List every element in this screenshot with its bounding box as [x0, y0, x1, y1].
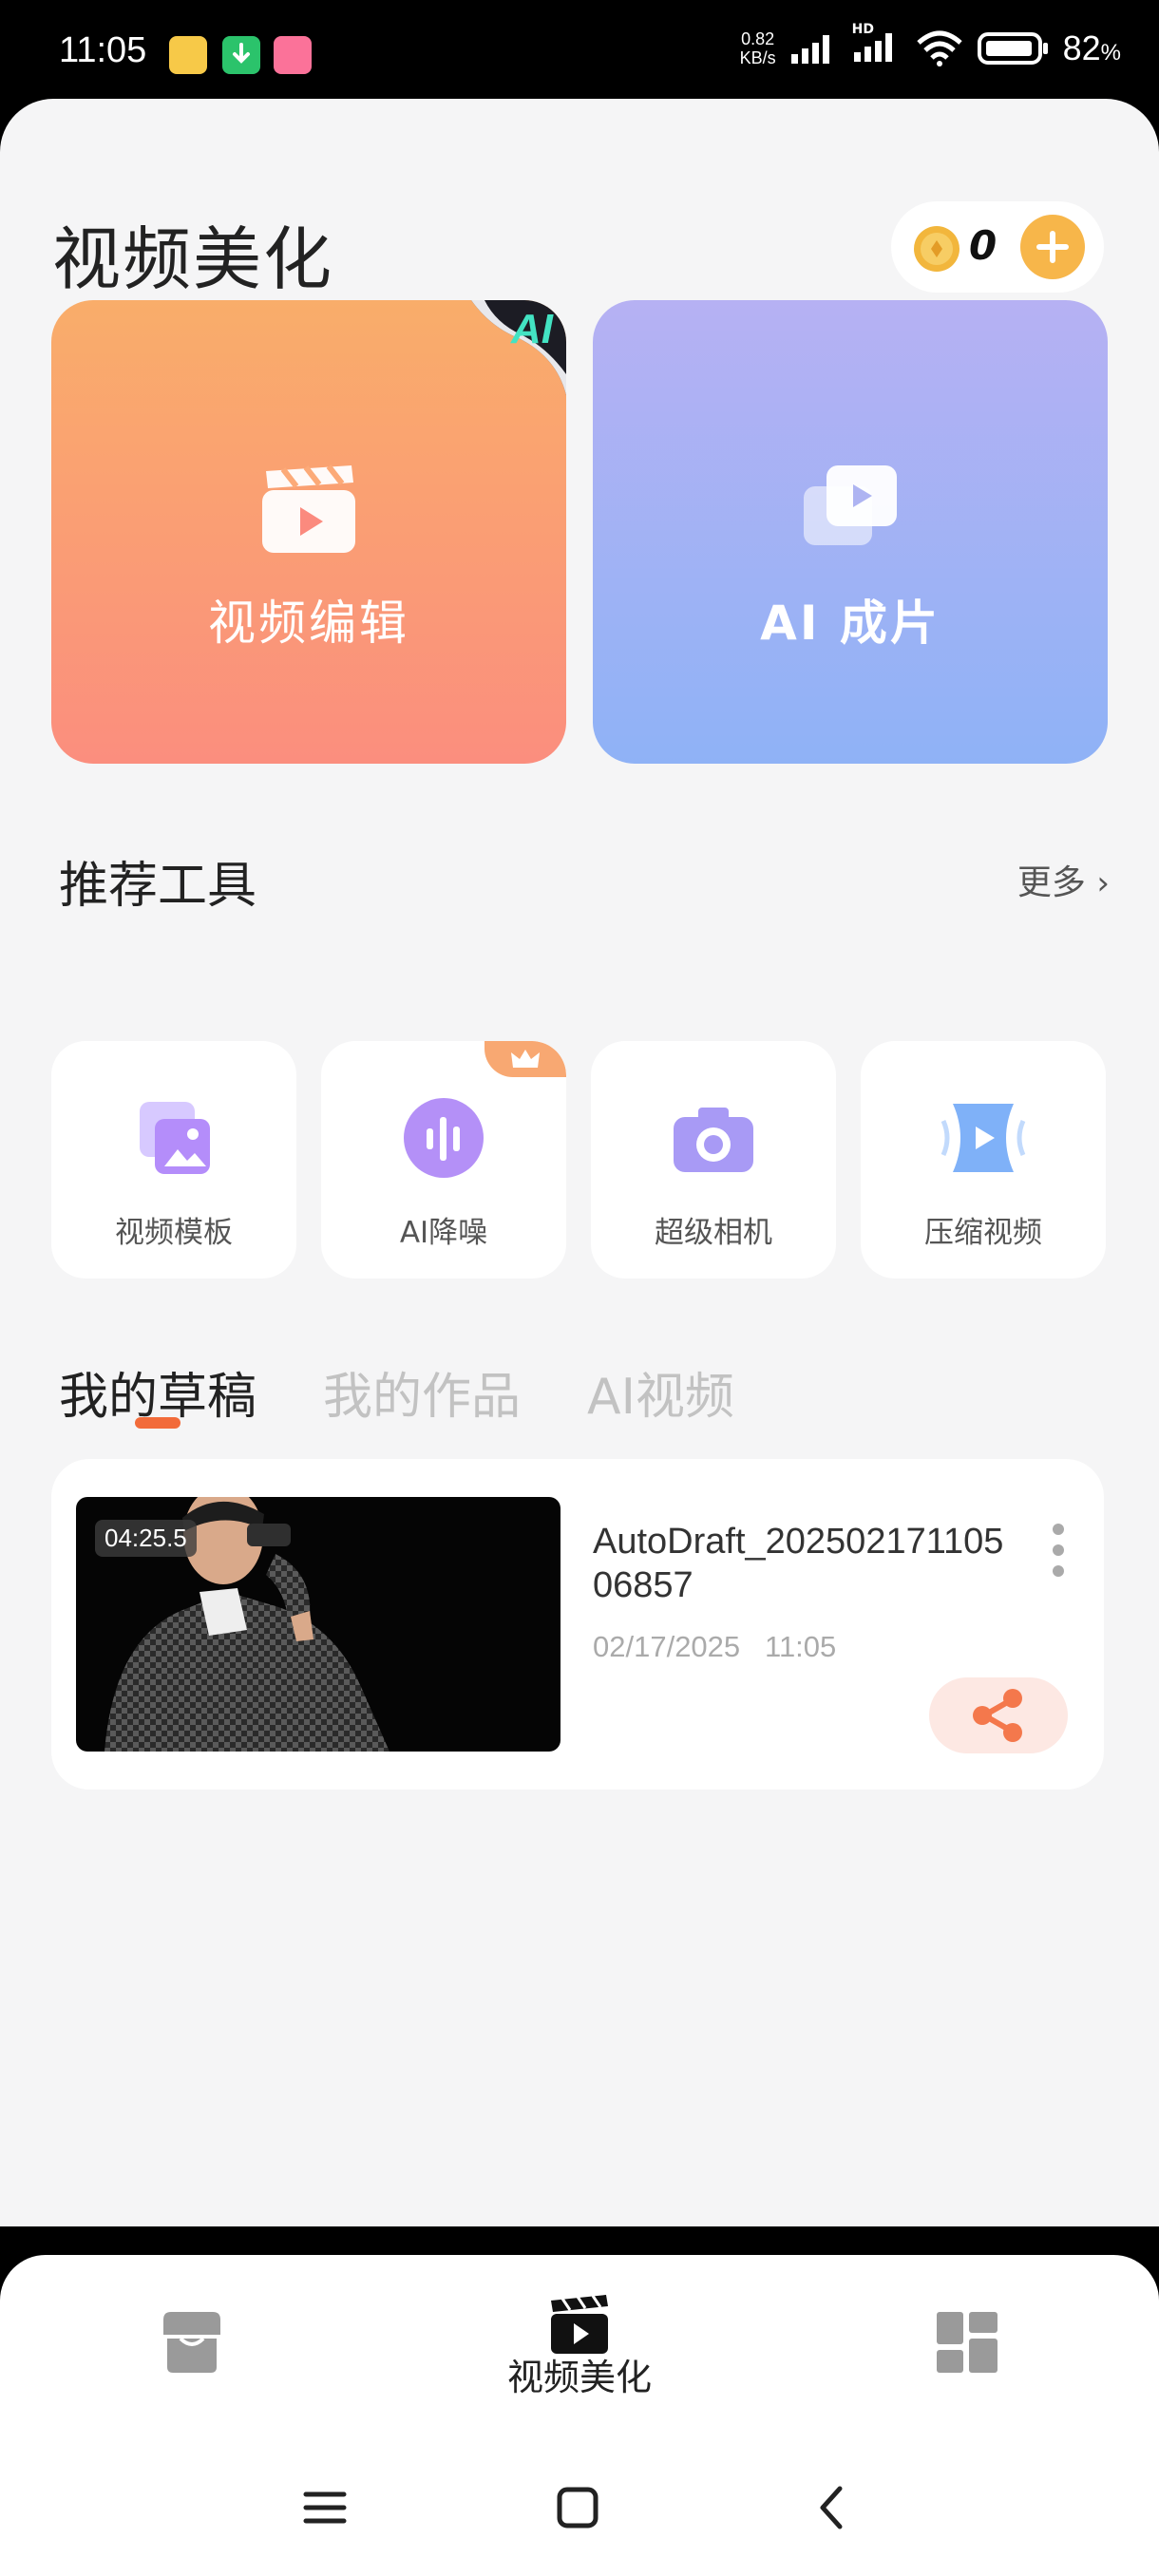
tool-ai-denoise[interactable]: AI降噪	[321, 1041, 566, 1279]
vip-crown-badge	[484, 1041, 566, 1077]
chevron-right-icon: ›	[1096, 864, 1110, 902]
status-bar: 11:05 0.82 KB/s HD 82%	[0, 0, 1159, 104]
tool-super-camera[interactable]: 超级相机	[591, 1041, 836, 1279]
tv-notification-icon	[274, 36, 312, 74]
battery-level: 82%	[1062, 28, 1121, 67]
active-tab-indicator	[135, 1417, 180, 1429]
battery-icon	[977, 32, 1048, 65]
tool-label: AI降噪	[399, 1216, 488, 1250]
tool-compress-video[interactable]: 压缩视频	[861, 1041, 1106, 1279]
draft-item[interactable]: 04:25.5 AutoDraft_20250217110506857 02/1…	[51, 1459, 1104, 1790]
compress-icon	[940, 1104, 1026, 1172]
tab-ai-video[interactable]: AI视频	[587, 1356, 734, 1428]
tool-label: 视频模板	[115, 1216, 233, 1250]
video-duration: 04:25.5	[95, 1520, 197, 1557]
crown-icon	[511, 1050, 540, 1068]
more-tools-link[interactable]: 更多 ›	[1017, 855, 1110, 904]
stacked-video-icon	[804, 465, 897, 545]
share-button[interactable]	[929, 1677, 1068, 1753]
coin-icon	[914, 226, 960, 272]
add-coins-button[interactable]	[1020, 215, 1085, 279]
ai-badge-text: AI	[511, 306, 553, 352]
coin-count: 0	[969, 222, 998, 269]
net-speed: 0.82 KB/s	[739, 29, 776, 67]
coin-balance[interactable]: 0	[891, 201, 1104, 293]
template-icon	[140, 1102, 210, 1174]
share-icon	[973, 1689, 1022, 1742]
back-icon[interactable]	[809, 2485, 855, 2530]
signal-icon	[790, 35, 829, 64]
nav-active-label: 视频美化	[506, 2357, 652, 2398]
tool-label: 超级相机	[655, 1216, 772, 1250]
tab-my-works[interactable]: 我的作品	[323, 1356, 521, 1428]
draft-timestamp: 02/17/2025 11:05	[593, 1630, 837, 1663]
recommended-tools-title: 推荐工具	[59, 858, 257, 915]
wifi-icon	[916, 30, 962, 66]
download-notification-icon	[222, 36, 260, 74]
page-title: 视频美化	[52, 219, 334, 299]
ai-film-label: AI 成片	[760, 596, 940, 651]
tool-video-template[interactable]: 视频模板	[51, 1041, 296, 1279]
clapperboard-icon	[262, 464, 355, 553]
home-icon[interactable]	[555, 2485, 600, 2530]
draft-name: AutoDraft_20250217110506857	[593, 1522, 1004, 1605]
plus-icon	[1036, 231, 1069, 263]
tool-label: 压缩视频	[924, 1216, 1042, 1250]
more-options-icon[interactable]	[1049, 1522, 1068, 1579]
ai-film-card[interactable]: AI 成片	[593, 300, 1108, 764]
menu-icon[interactable]	[302, 2485, 348, 2530]
status-indicators: 0.82 KB/s HD 82%	[739, 22, 1121, 68]
video-edit-card[interactable]: AI 视频编辑	[51, 300, 566, 764]
video-edit-label: 视频编辑	[208, 596, 409, 651]
waveform-icon	[404, 1098, 484, 1178]
draft-thumbnail[interactable]: 04:25.5	[76, 1497, 560, 1752]
camera-icon	[674, 1108, 753, 1172]
app-notification-icon	[169, 36, 207, 74]
status-time: 11:05	[59, 30, 147, 70]
hd-signal-icon: HD	[852, 22, 902, 67]
